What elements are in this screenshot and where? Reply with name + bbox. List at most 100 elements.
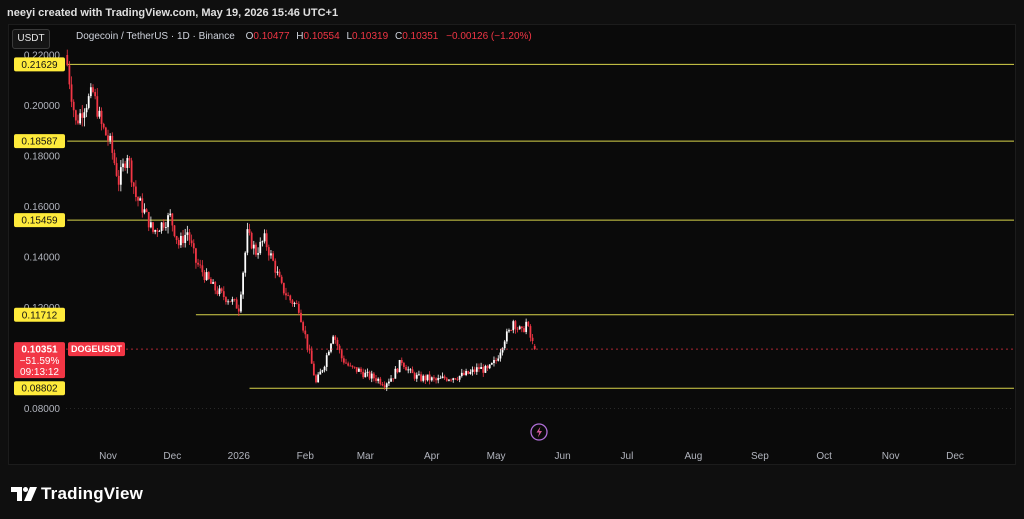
candle-body xyxy=(465,371,467,376)
candle-body xyxy=(89,87,92,97)
candle-body xyxy=(246,229,249,253)
candle-body xyxy=(207,272,210,279)
candle-body xyxy=(130,160,133,183)
candle-body xyxy=(366,371,369,373)
candle-body xyxy=(357,368,360,372)
candle-body xyxy=(383,385,386,388)
candle-body xyxy=(490,362,493,365)
candle-body xyxy=(433,377,435,379)
candle-body xyxy=(531,337,534,342)
candle-body xyxy=(227,301,229,303)
candle-body xyxy=(188,232,191,241)
candle-body xyxy=(510,330,513,331)
candle-body xyxy=(437,378,440,381)
legend-change: −0.00126 (−1.20%) xyxy=(446,31,532,42)
legend-high: 0.10554 xyxy=(303,31,340,42)
candle-body xyxy=(195,248,197,263)
candle-body xyxy=(353,366,356,368)
candle-body xyxy=(252,244,255,249)
candle-body xyxy=(171,213,174,226)
candle-body xyxy=(272,253,275,261)
candle-body xyxy=(512,321,515,331)
candle-body xyxy=(418,374,420,376)
candle-body xyxy=(255,244,257,255)
candle-body xyxy=(347,363,350,366)
tradingview-brand[interactable]: TradingView xyxy=(11,484,143,504)
candle-body xyxy=(291,300,294,304)
candle-body xyxy=(345,362,347,364)
candle-body xyxy=(267,247,270,256)
candle-body xyxy=(499,352,502,359)
candle-body xyxy=(304,330,307,335)
candle-body xyxy=(456,379,459,381)
candle-body xyxy=(321,370,324,372)
candle-body xyxy=(381,384,384,386)
candle-body xyxy=(527,321,530,327)
candle-body xyxy=(177,240,180,246)
candle-body xyxy=(478,367,480,369)
candle-body xyxy=(205,272,208,280)
y-tick-label: 0.14000 xyxy=(24,253,61,264)
currency-button[interactable]: USDT xyxy=(12,29,50,49)
candle-body xyxy=(81,113,84,118)
candle-body xyxy=(66,55,69,66)
candle-body xyxy=(137,197,139,201)
lightning-icon[interactable] xyxy=(530,423,548,441)
y-tick-label: 0.08000 xyxy=(24,404,61,415)
candle-body xyxy=(439,377,442,379)
candle-body xyxy=(197,262,199,265)
candle-body xyxy=(388,381,390,384)
candle-body xyxy=(415,374,418,379)
candle-body xyxy=(278,271,281,277)
candle-body xyxy=(368,371,371,379)
candle-body xyxy=(317,374,320,383)
candle-body xyxy=(231,299,234,302)
candle-body xyxy=(533,345,536,350)
candle-body xyxy=(115,163,118,176)
candle-body xyxy=(398,359,401,373)
candle-body xyxy=(94,92,97,97)
x-tick-label: Feb xyxy=(297,451,315,462)
candle-body xyxy=(100,110,103,124)
candle-body xyxy=(525,321,528,332)
candle-body xyxy=(452,378,455,380)
candle-body xyxy=(469,372,472,374)
symbol-badge-text: DOGEUSDT xyxy=(71,344,123,354)
candle-body xyxy=(225,297,227,302)
candle-body xyxy=(405,366,407,371)
candle-body xyxy=(235,299,238,309)
candle-body xyxy=(334,336,337,340)
candle-body xyxy=(201,265,204,273)
candle-body xyxy=(362,371,365,378)
candle-body xyxy=(164,227,167,228)
candle-body xyxy=(154,230,157,232)
candle-body xyxy=(96,96,99,117)
candle-body xyxy=(109,135,112,141)
x-tick-label: Mar xyxy=(357,451,375,462)
candle-body xyxy=(430,377,433,381)
candle-body xyxy=(308,348,311,351)
candle-body xyxy=(327,351,330,356)
candle-body xyxy=(244,252,247,273)
candle-body xyxy=(203,272,206,280)
candle-body xyxy=(74,110,77,121)
x-tick-label: Sep xyxy=(751,451,769,462)
price-tag-countdown: 09:13:12 xyxy=(20,367,59,378)
candle-body xyxy=(72,101,75,111)
candle-body xyxy=(122,163,124,168)
candle-body xyxy=(293,302,296,304)
candle-body xyxy=(486,365,489,369)
level-tag-label: 0.21629 xyxy=(21,60,58,71)
candle-body xyxy=(167,215,169,228)
x-tick-label: 2026 xyxy=(228,451,251,462)
candle-body xyxy=(375,378,377,381)
candle-body xyxy=(117,175,120,185)
x-tick-label: May xyxy=(487,451,506,462)
candle-body xyxy=(471,369,474,373)
candle-body xyxy=(229,301,232,303)
candle-body xyxy=(488,364,491,369)
candle-body xyxy=(482,366,485,373)
y-tick-label: 0.20000 xyxy=(24,101,61,112)
candle-body xyxy=(403,362,405,367)
price-chart[interactable]: 0.220000.200000.180000.160000.140000.120… xyxy=(0,0,1024,519)
